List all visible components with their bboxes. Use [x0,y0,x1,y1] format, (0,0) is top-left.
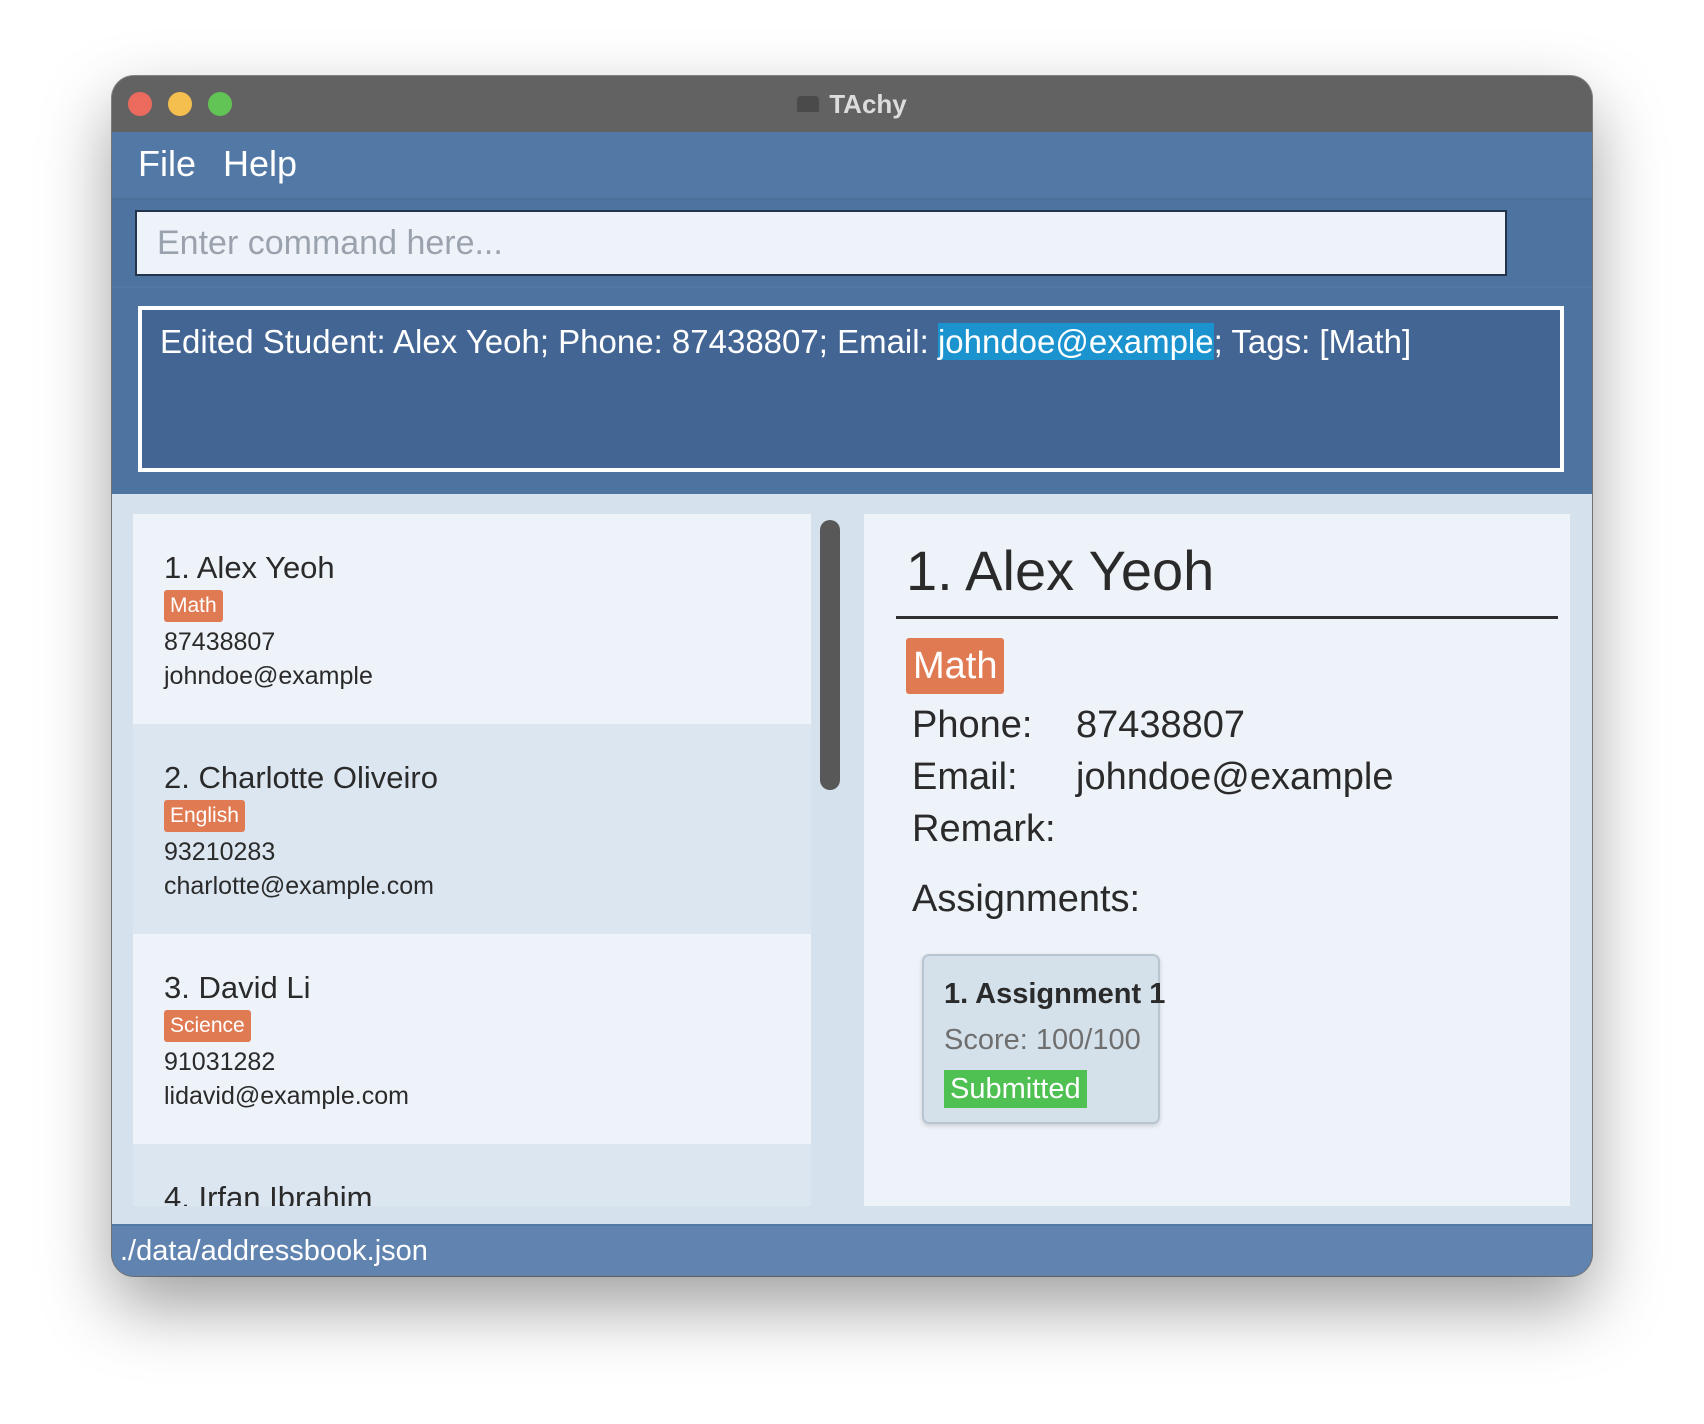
student-name: 4. Irfan Ibrahim [164,1180,373,1206]
student-name: 2. Charlotte Oliveiro [164,760,438,795]
result-selected-text: johndoe@example [937,323,1214,360]
phone-value: 87438807 [1076,704,1246,746]
assignment-card[interactable]: 1. Assignment 1 Score: 100/100 Submitted [922,954,1165,1124]
menu-bar: File Help [112,132,1592,200]
assignment-status-badge: Submitted [944,1070,1087,1108]
phone-label: Phone: [912,704,1033,746]
student-phone: 87438807 [164,628,276,656]
scrollbar-thumb[interactable] [820,520,840,790]
student-phone: 91031282 [164,1048,276,1076]
window-title: TAchy [829,88,907,119]
student-list[interactable]: 1. Alex Yeoh Math 87438807 johndoe@examp… [133,514,811,1206]
student-card[interactable]: 2. Charlotte Oliveiro English 93210283 c… [133,724,811,934]
student-tag: English [164,800,245,832]
student-tag: Science [164,1010,251,1042]
menu-file[interactable]: File [132,142,202,186]
app-window: TAchy File Help Enter command here... Ed… [112,76,1592,1276]
student-name: 3. David Li [164,970,311,1005]
assignment-score: Score: 100/100 [944,1024,1141,1056]
assignments-label: Assignments: [912,878,1141,920]
data-file-path: ./data/addressbook.json [120,1235,428,1267]
menu-help[interactable]: Help [217,142,303,186]
student-card[interactable]: 4. Irfan Ibrahim [133,1144,811,1206]
student-email: charlotte@example.com [164,872,434,900]
app-icon [797,96,820,112]
student-phone: 93210283 [164,838,276,866]
student-email: johndoe@example [164,662,373,690]
list-scrollbar[interactable] [816,514,842,1206]
command-box-area: Enter command here... [112,200,1592,286]
email-value: johndoe@example [1076,756,1394,798]
student-email: lidavid@example.com [164,1082,409,1110]
command-input[interactable]: Enter command here... [135,210,1507,276]
detail-divider [896,616,1558,619]
student-detail-panel: 1. Alex Yeoh Math Phone: 87438807 Email:… [864,514,1570,1206]
result-text: Edited Student: Alex Yeoh; Phone: 874388… [160,323,938,360]
detail-tag: Math [906,638,1005,694]
email-label: Email: [912,756,1018,798]
student-card[interactable]: 1. Alex Yeoh Math 87438807 johndoe@examp… [133,514,811,724]
window-title-group: TAchy [112,76,1592,132]
status-bar: ./data/addressbook.json [112,1226,1592,1276]
remark-label: Remark: [912,808,1056,850]
main-area: 1. Alex Yeoh Math 87438807 johndoe@examp… [112,494,1592,1224]
result-display[interactable]: Edited Student: Alex Yeoh; Phone: 874388… [138,306,1564,472]
student-tag: Math [164,590,223,622]
assignment-title: 1. Assignment 1 [944,978,1166,1010]
result-text-end: ; Tags: [Math] [1213,323,1412,360]
detail-student-name: 1. Alex Yeoh [906,539,1215,602]
student-name: 1. Alex Yeoh [164,550,335,585]
title-bar[interactable]: TAchy [112,76,1592,133]
student-card[interactable]: 3. David Li Science 91031282 lidavid@exa… [133,934,811,1144]
